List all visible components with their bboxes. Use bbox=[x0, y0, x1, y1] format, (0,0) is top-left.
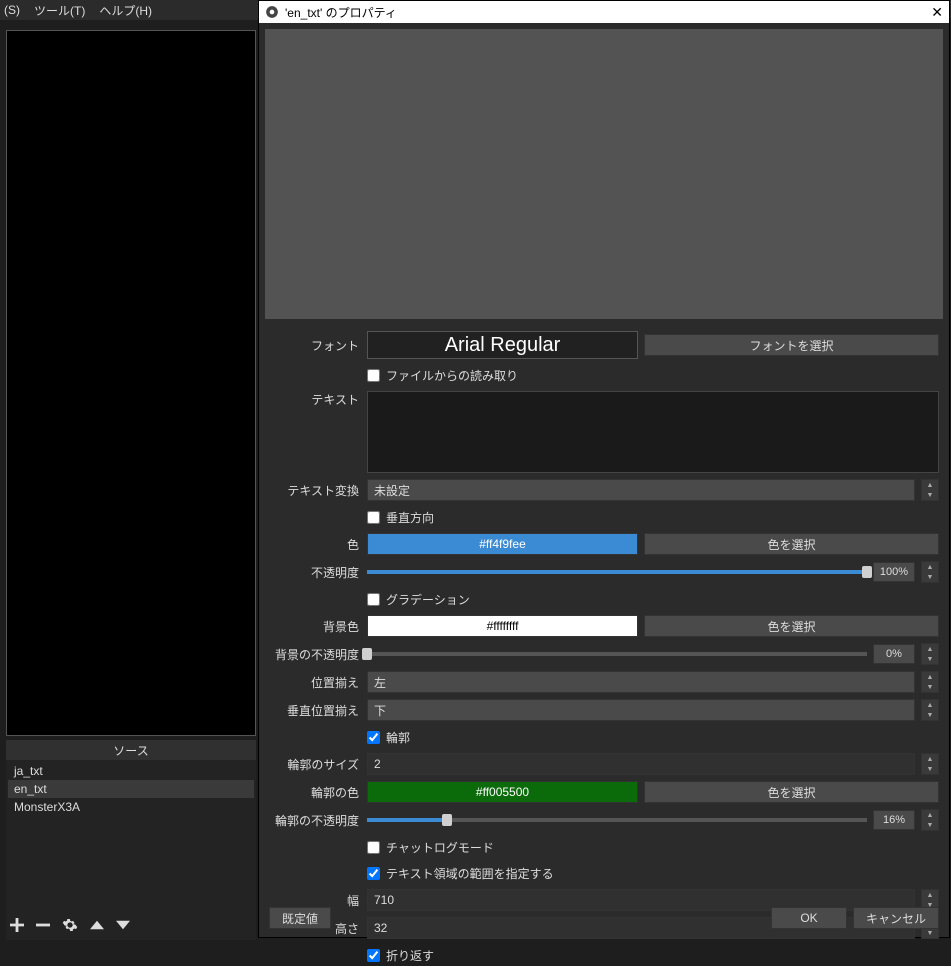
list-item[interactable]: en_txt bbox=[8, 780, 254, 798]
gradient-checkbox[interactable]: グラデーション bbox=[367, 591, 470, 608]
outline-checkbox[interactable]: 輪郭 bbox=[367, 729, 410, 746]
dialog-title: 'en_txt' のプロパティ bbox=[285, 4, 397, 21]
align-select[interactable]: 左 bbox=[367, 671, 915, 693]
spin-icon[interactable]: ▲▼ bbox=[921, 753, 939, 775]
label-bg-opacity: 背景の不透明度 bbox=[269, 646, 367, 663]
label-outline-opacity: 輪郭の不透明度 bbox=[269, 812, 367, 829]
label-align: 位置揃え bbox=[269, 674, 367, 691]
titlebar[interactable]: 'en_txt' のプロパティ ✕ bbox=[259, 1, 949, 23]
spin-icon[interactable]: ▲▼ bbox=[921, 643, 939, 665]
label-color: 色 bbox=[269, 536, 367, 553]
label-opacity: 不透明度 bbox=[269, 564, 367, 581]
text-input[interactable] bbox=[367, 391, 939, 473]
select-outline-color-button[interactable]: 色を選択 bbox=[644, 781, 939, 803]
spin-icon[interactable]: ▲▼ bbox=[921, 699, 939, 721]
dialog-preview bbox=[265, 29, 943, 319]
properties-dialog: 'en_txt' のプロパティ ✕ フォント Arial Regular フォン… bbox=[258, 0, 950, 938]
spin-icon[interactable]: ▲▼ bbox=[921, 809, 939, 831]
main-preview bbox=[6, 30, 256, 736]
valign-select[interactable]: 下 bbox=[367, 699, 915, 721]
app-icon bbox=[265, 5, 279, 19]
list-item[interactable]: MonsterX3A bbox=[8, 798, 254, 816]
select-bg-color-button[interactable]: 色を選択 bbox=[644, 615, 939, 637]
vertical-checkbox[interactable]: 垂直方向 bbox=[367, 509, 434, 526]
label-text: テキスト bbox=[269, 391, 367, 408]
spin-icon[interactable]: ▲▼ bbox=[921, 671, 939, 693]
outline-color-swatch[interactable]: #ff005500 bbox=[367, 781, 638, 803]
text-transform-select[interactable]: 未設定 bbox=[367, 479, 915, 501]
label-font: フォント bbox=[269, 337, 367, 354]
font-display: Arial Regular bbox=[367, 331, 638, 359]
wrap-checkbox[interactable]: 折り返す bbox=[367, 947, 434, 964]
list-item[interactable]: ja_txt bbox=[8, 762, 254, 780]
opacity-slider[interactable]: 100% ▲▼ bbox=[367, 561, 939, 583]
defaults-button[interactable]: 既定値 bbox=[269, 907, 331, 929]
extent-checkbox[interactable]: テキスト領域の範囲を指定する bbox=[367, 865, 554, 882]
sources-panel: ソース ja_txt en_txt MonsterX3A bbox=[6, 740, 256, 940]
label-outline-size: 輪郭のサイズ bbox=[269, 756, 367, 773]
menu-item-help[interactable]: ヘルプ(H) bbox=[99, 2, 152, 19]
opacity-value: 100% bbox=[873, 562, 915, 582]
source-list[interactable]: ja_txt en_txt MonsterX3A bbox=[6, 760, 256, 818]
spin-icon[interactable]: ▲▼ bbox=[921, 479, 939, 501]
bg-opacity-value: 0% bbox=[873, 644, 915, 664]
menu-item-s[interactable]: (S) bbox=[4, 3, 20, 17]
close-icon[interactable]: ✕ bbox=[931, 4, 943, 21]
select-color-button[interactable]: 色を選択 bbox=[644, 533, 939, 555]
remove-icon[interactable] bbox=[36, 918, 50, 935]
label-width: 幅 bbox=[269, 892, 367, 909]
label-bg-color: 背景色 bbox=[269, 618, 367, 635]
outline-size-input[interactable]: 2 bbox=[367, 753, 915, 775]
add-icon[interactable] bbox=[10, 918, 24, 935]
gear-icon[interactable] bbox=[62, 917, 78, 936]
chatlog-checkbox[interactable]: チャットログモード bbox=[367, 839, 494, 856]
color-swatch[interactable]: #ff4f9fee bbox=[367, 533, 638, 555]
ok-button[interactable]: OK bbox=[771, 907, 847, 929]
outline-opacity-value: 16% bbox=[873, 810, 915, 830]
bg-color-swatch[interactable]: #ffffffff bbox=[367, 615, 638, 637]
label-valign: 垂直位置揃え bbox=[269, 702, 367, 719]
outline-opacity-slider[interactable]: 16% ▲▼ bbox=[367, 809, 939, 831]
spin-icon[interactable]: ▲▼ bbox=[921, 561, 939, 583]
move-up-icon[interactable] bbox=[90, 918, 104, 935]
menu-item-tools[interactable]: ツール(T) bbox=[34, 2, 85, 19]
move-down-icon[interactable] bbox=[116, 918, 130, 935]
label-text-transform: テキスト変換 bbox=[269, 482, 367, 499]
bg-opacity-slider[interactable]: 0% ▲▼ bbox=[367, 643, 939, 665]
select-font-button[interactable]: フォントを選択 bbox=[644, 334, 939, 356]
read-from-file-checkbox[interactable]: ファイルからの読み取り bbox=[367, 367, 518, 384]
cancel-button[interactable]: キャンセル bbox=[853, 907, 939, 929]
label-outline-color: 輪郭の色 bbox=[269, 784, 367, 801]
sources-toolbar bbox=[10, 917, 130, 936]
sources-header: ソース bbox=[6, 740, 256, 760]
